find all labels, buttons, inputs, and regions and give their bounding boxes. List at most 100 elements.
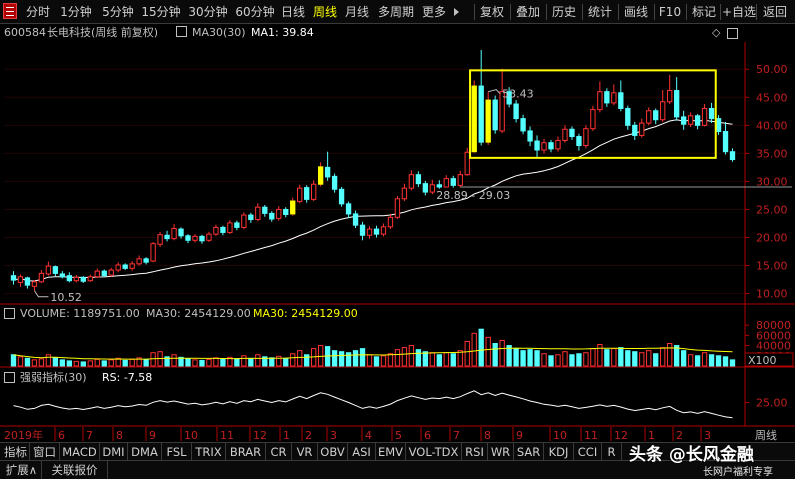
candle-body-up: [241, 214, 247, 228]
indicator-tab-1[interactable]: 窗口: [30, 443, 60, 461]
candle: [646, 107, 652, 126]
indicator-tab-3[interactable]: DMI: [100, 443, 128, 461]
candle: [304, 185, 310, 203]
indicator-tab-2[interactable]: MACD: [60, 443, 100, 461]
range-annotation: 28.89 - 29.03: [436, 189, 510, 202]
status-button-1[interactable]: 关联报价: [42, 461, 108, 479]
indicator-tab-8[interactable]: CR: [266, 443, 292, 461]
volume-bar: [478, 328, 484, 367]
rs-line: [13, 390, 733, 419]
indicator-tab-14[interactable]: RSI: [462, 443, 488, 461]
indicator-tab-11[interactable]: ASI: [348, 443, 376, 461]
status-button-0[interactable]: 扩展∧: [2, 461, 42, 479]
volume-bar: [241, 355, 247, 367]
volume-bar: [213, 357, 219, 367]
time-axis-label: 7: [453, 429, 460, 442]
indicator-tab-15[interactable]: WR: [488, 443, 514, 461]
candle: [24, 276, 31, 289]
indicator-tab-16[interactable]: SAR: [514, 443, 544, 461]
volume-bar: [94, 358, 100, 367]
indicator-tab-13[interactable]: VOL-TDX: [406, 443, 462, 461]
candle-body-down: [680, 116, 687, 125]
volume-header: VOLUME: 1189751.00 MA30: 2454129.00 MA30…: [0, 306, 760, 322]
volume-bar: [715, 355, 722, 367]
candle-body-down: [66, 275, 73, 282]
indicator-tab-19[interactable]: R: [602, 443, 622, 461]
volume-bar: [394, 349, 401, 367]
price-axis-label: 15.00: [756, 260, 788, 273]
volume-bar: [45, 354, 52, 367]
indicator-tab-0[interactable]: 指标: [2, 443, 30, 461]
candle: [185, 234, 191, 244]
candle: [729, 148, 736, 162]
indicator-tab-9[interactable]: VR: [292, 443, 318, 461]
volume-bar: [352, 350, 359, 367]
indicator-tab-17[interactable]: KDJ: [544, 443, 574, 461]
time-axis-label: 5: [395, 429, 402, 442]
candle: [38, 270, 45, 283]
candle: [206, 231, 212, 242]
volume-bar: [443, 352, 449, 367]
candle: [10, 271, 17, 285]
volume-bar: [101, 360, 107, 367]
candle: [562, 125, 568, 143]
volume-bar: [52, 357, 59, 367]
candle-body-up: [129, 263, 135, 269]
candle-body-up: [290, 200, 296, 215]
candle: [31, 280, 38, 291]
indicator-tab-10[interactable]: OBV: [318, 443, 348, 461]
volume-bar: [345, 352, 352, 367]
volume-bar: [290, 353, 296, 367]
volume-bar: [415, 349, 422, 367]
indicator-tab-5[interactable]: FSL: [162, 443, 192, 461]
candle: [310, 180, 317, 202]
candle: [590, 105, 596, 131]
candle-body-up: [108, 269, 114, 276]
price-axis-label: 45.00: [756, 91, 788, 104]
candle-body-up: [94, 270, 100, 278]
volume-settings-button[interactable]: [4, 308, 15, 319]
time-axis-label: 4: [365, 429, 372, 442]
candle: [171, 224, 177, 241]
volume-bar: [304, 354, 310, 367]
volume-bar: [122, 359, 128, 367]
candle: [687, 112, 694, 128]
indicator-tab-4[interactable]: DMA: [128, 443, 162, 461]
indicator-tab-12[interactable]: EMV: [376, 443, 406, 461]
volume-bar: [331, 350, 338, 367]
candle-body-up: [73, 276, 79, 282]
watermark-sub: 长网户福利专享: [703, 467, 773, 478]
volume-bar: [255, 354, 261, 367]
candle: [101, 269, 107, 277]
volume-bar: [143, 359, 149, 367]
volume-bar: [590, 348, 596, 367]
volume-bar: [373, 356, 380, 367]
rs-value: RS: -7.58: [102, 371, 153, 384]
candle-body-up: [276, 208, 282, 219]
indicator-tab-7[interactable]: BRAR: [226, 443, 266, 461]
volume-value: VOLUME: 1189751.00: [20, 307, 140, 320]
rs-settings-button[interactable]: [4, 372, 15, 383]
candle-body-up: [394, 198, 401, 218]
indicator-tab-18[interactable]: CCI: [574, 443, 602, 461]
candle: [234, 220, 240, 231]
candle-body-up: [115, 264, 121, 271]
candle-body-up: [38, 272, 45, 283]
candle: [122, 263, 128, 271]
candle: [17, 274, 24, 287]
candle: [192, 234, 198, 243]
candle-body-down: [10, 275, 17, 281]
volume-bar: [17, 356, 24, 367]
volume-bar: [492, 343, 498, 367]
candle: [262, 204, 268, 217]
volume-bar: [380, 355, 387, 367]
candle: [541, 138, 547, 154]
candle: [227, 220, 233, 235]
candle-body-down: [283, 208, 289, 216]
volume-bar: [359, 348, 366, 367]
candle-body-down: [269, 212, 275, 220]
candle: [715, 115, 722, 135]
volume-bar: [436, 354, 442, 367]
indicator-tab-6[interactable]: TRIX: [192, 443, 226, 461]
volume-bar: [618, 347, 624, 367]
